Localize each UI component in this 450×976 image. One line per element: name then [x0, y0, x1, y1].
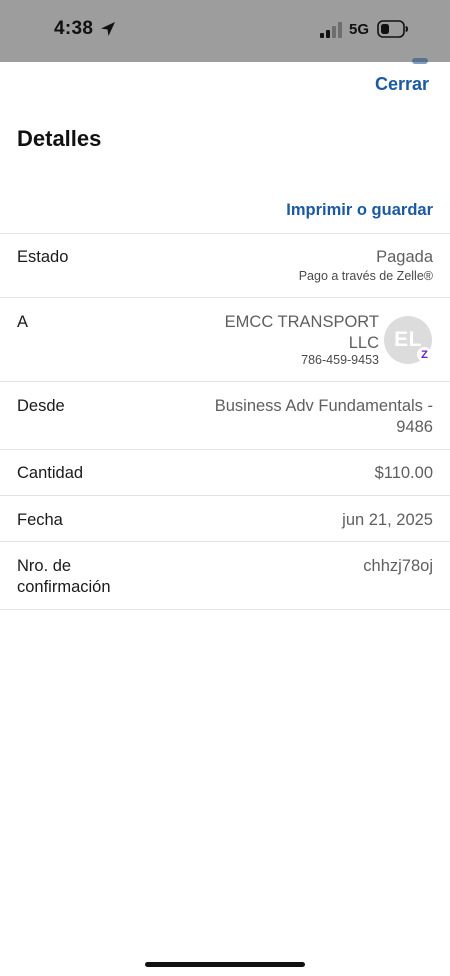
home-indicator[interactable] [145, 962, 305, 967]
location-arrow-icon [101, 22, 115, 36]
battery-icon [377, 20, 408, 38]
status-value: Pagada [376, 248, 433, 266]
date-value: jun 21, 2025 [342, 511, 433, 529]
divider [0, 233, 450, 234]
zelle-badge-icon: Z [417, 347, 432, 362]
sheet-grabber [412, 58, 428, 64]
divider [0, 449, 450, 450]
network-type: 5G [349, 21, 370, 38]
recipient-phone: 786-459-9453 [301, 353, 379, 367]
confirmation-label-line2: confirmación [17, 578, 111, 596]
divider [0, 609, 450, 610]
divider [0, 495, 450, 496]
page-title: Detalles [17, 126, 102, 151]
from-label: Desde [17, 397, 65, 415]
status-bar: 4:38 5G [0, 0, 450, 62]
avatar-initials: EL [394, 328, 422, 351]
recipient-label: A [17, 313, 29, 331]
print-or-save-button[interactable]: Imprimir o guardar [286, 201, 433, 220]
amount-label: Cantidad [17, 464, 84, 482]
status-label: Estado [17, 248, 69, 266]
from-account-line1: Business Adv Fundamentals - [214, 397, 433, 415]
payment-method-note: Pago a través de Zelle® [298, 269, 433, 283]
date-label: Fecha [17, 511, 63, 529]
status-time: 4:38 [54, 18, 94, 39]
divider [0, 297, 450, 298]
recipient-name-line2: LLC [348, 334, 379, 352]
confirmation-number: chhzj78oj [363, 557, 433, 575]
from-account-line2: 9486 [396, 418, 433, 436]
cellular-signal-icon [320, 22, 342, 38]
amount-value: $110.00 [374, 464, 433, 482]
divider [0, 541, 450, 542]
zelle-badge-glyph: Z [421, 348, 428, 361]
divider [0, 381, 450, 382]
recipient-name-line1: EMCC TRANSPORT [224, 313, 379, 331]
close-button[interactable]: Cerrar [375, 74, 429, 95]
confirmation-label-line1: Nro. de [17, 557, 72, 575]
